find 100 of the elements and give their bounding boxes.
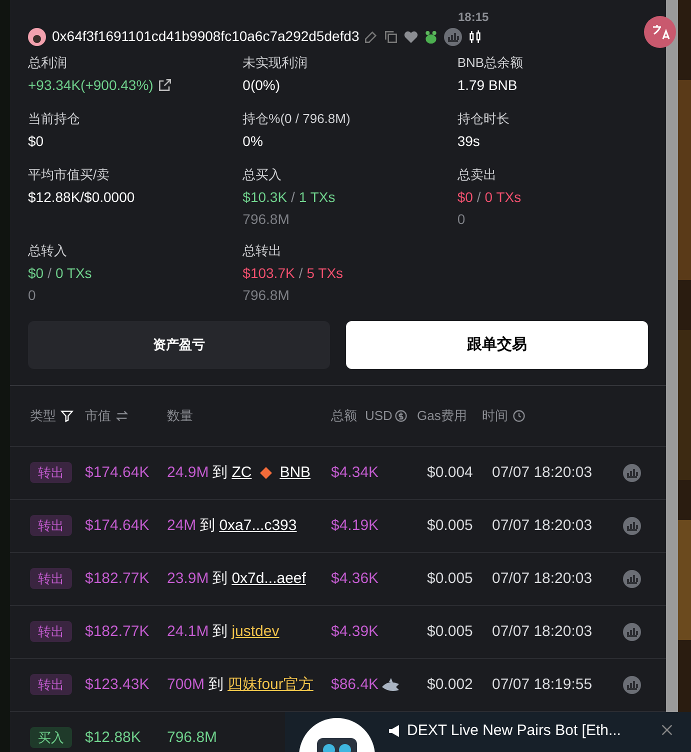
total-cell-text: $4.19K	[331, 516, 379, 536]
stat-label: 持仓时长	[457, 110, 510, 128]
recipient-link[interactable]: ZC	[232, 462, 252, 484]
chart-icon[interactable]	[622, 569, 642, 589]
clock-icon	[512, 409, 526, 423]
wallet-address: 0x64f3f1691101cd41b9908fc10a6c7a292d5defd3	[52, 27, 360, 46]
recipient-link[interactable]: 0x7d...aeef	[232, 568, 306, 590]
type-badge: 转出	[30, 462, 72, 483]
tx-count: 1 TXs	[298, 188, 336, 207]
column-header: 总额	[331, 407, 357, 426]
frog-icon[interactable]	[423, 28, 440, 44]
stat-label: 总买入	[242, 166, 283, 184]
gas-cell-text: $0.005	[427, 622, 474, 642]
quantity-cell-text: 796.8M	[167, 728, 218, 748]
stat-label: 平均市值买/卖	[28, 166, 111, 184]
stat-subvalue: 0	[457, 210, 466, 229]
type-badge: 买入	[30, 726, 72, 748]
stat-value: 39s	[457, 132, 480, 151]
gas-cell-text: $0.002	[427, 674, 474, 695]
stat-label: BNB总余额	[457, 54, 524, 72]
recipient-link[interactable]: BNB	[280, 462, 311, 484]
total-cell-text: $4.36K	[331, 568, 379, 589]
stat-value: 0%	[242, 132, 263, 151]
separator: /	[48, 264, 52, 283]
tx-count: 0 TXs	[484, 188, 522, 207]
swap-icon	[115, 409, 129, 423]
filter-icon	[60, 409, 74, 423]
stat-value: 0(0%)	[242, 76, 280, 95]
to-label: 到	[212, 462, 228, 483]
stat-subvalue: 0	[28, 286, 37, 305]
column-header: 市值	[85, 407, 111, 426]
stat-label: 总转入	[28, 242, 68, 260]
column-header: 时间	[482, 407, 508, 426]
close-icon	[659, 722, 675, 738]
total-cell-text: $4.39K	[331, 622, 379, 642]
to-label: 到	[200, 516, 216, 536]
column-header: Gas费用	[417, 407, 468, 426]
total-cell-text: $4.34K	[331, 462, 379, 483]
translate-icon[interactable]	[644, 16, 676, 48]
stat-label: 总转出	[242, 242, 283, 260]
to-label: 到	[212, 568, 228, 589]
type-badge: 转出	[30, 514, 72, 536]
type-badge: 转出	[30, 674, 72, 695]
chart-icon[interactable]	[622, 463, 642, 483]
time-cell-text: 07/07 18:19:55	[492, 674, 594, 695]
stat-value: $12.88K/$0.0000	[28, 188, 135, 207]
copy-trade-button[interactable]: 跟单交易	[346, 321, 648, 369]
heart-icon[interactable]	[403, 28, 420, 44]
tx-count: 5 TXs	[306, 264, 344, 283]
recipient-link[interactable]: 四妹four官方	[228, 674, 314, 696]
market-cap-cell-text: $12.88K	[85, 728, 142, 748]
stat-value: $0	[28, 132, 44, 151]
profit-loss-button[interactable]: 资产盈亏	[28, 321, 330, 369]
stat-value: $0	[28, 264, 44, 283]
type-badge: 转出	[30, 620, 72, 642]
stat-value: $103.7K	[242, 264, 295, 283]
chart-icon[interactable]	[622, 516, 642, 536]
stat-subvalue: 796.8M	[242, 210, 290, 229]
chart-icon[interactable]	[622, 622, 642, 642]
quantity-cell-text: 24M	[167, 516, 196, 536]
chart-icon[interactable]	[443, 26, 464, 46]
time-cell-text: 07/07 18:20:03	[492, 622, 594, 642]
market-cap-cell-text: $174.64K	[85, 462, 150, 483]
time-cell-text: 07/07 18:20:03	[492, 568, 594, 589]
market-cap-cell-text: $174.64K	[85, 516, 150, 536]
separator: /	[298, 264, 303, 283]
time-cell-text: 07/07 18:20:03	[492, 462, 594, 483]
market-cap-cell-text: $123.43K	[85, 674, 150, 695]
notification-title: DEXT Live New Pairs Bot [Eth...	[407, 721, 621, 741]
stat-label: 总利润	[28, 54, 68, 72]
recipient-link[interactable]: 0xa7...c393	[219, 514, 297, 538]
stat-label: 持仓%(0 / 796.8M)	[242, 110, 352, 128]
tx-count: 0 TXs	[55, 264, 92, 283]
avatar	[28, 28, 46, 46]
stat-value: 1.79 BNB	[457, 76, 518, 95]
recipient-link[interactable]: justdev	[232, 620, 280, 644]
total-cell-text: $86.4K	[331, 674, 379, 695]
column-header: 类型	[30, 407, 56, 426]
separator: /	[476, 188, 481, 207]
market-cap-cell-text: $182.77K	[85, 568, 150, 589]
to-label: 到	[208, 674, 224, 695]
quantity-cell-text: 24.1M	[167, 622, 209, 642]
dollar-circle-icon	[394, 409, 408, 423]
chart-icon[interactable]	[622, 675, 642, 695]
message-time: 18:15	[458, 9, 489, 26]
gas-cell-text: $0.004	[427, 462, 474, 483]
quantity-cell-text: 24.9M	[167, 462, 209, 483]
type-badge: 转出	[30, 568, 72, 589]
diamond-icon	[260, 467, 272, 479]
stat-value: $0	[457, 188, 473, 207]
gas-cell-text: $0.005	[427, 568, 474, 589]
gas-cell-text: $0.005	[427, 516, 474, 536]
currency-toggle[interactable]: USD	[365, 406, 392, 426]
stat-subvalue: 796.8M	[242, 286, 290, 305]
stat-value: $10.3K	[242, 188, 288, 207]
external-link-icon[interactable]	[157, 77, 174, 93]
to-label: 到	[212, 622, 228, 642]
column-header: 数量	[167, 407, 194, 426]
quantity-cell-text: 23.9M	[167, 568, 209, 589]
stat-label: 当前持仓	[28, 110, 81, 128]
